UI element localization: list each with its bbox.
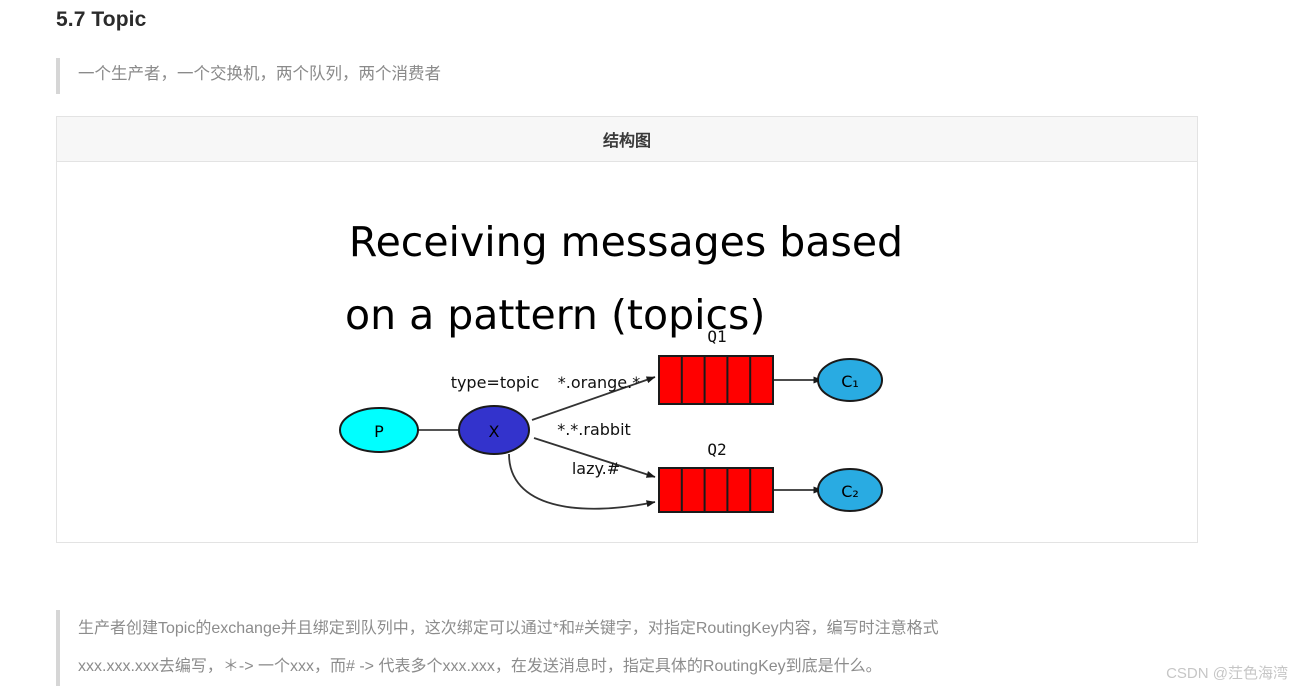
description-line-2: xxx.xxx.xxx去编写，＊-> 一个xxx，而# -> 代表多个xxx.x… bbox=[78, 658, 882, 675]
intro-blockquote-text: 一个生产者，一个交换机，两个队列，两个消费者 bbox=[78, 65, 441, 83]
description-blockquote-text: 生产者创建Topic的exchange并且绑定到队列中，这次绑定可以通过*和#关… bbox=[60, 610, 939, 686]
diagram-canvas: P X type=topic *.orange.* *.*.rabbit laz… bbox=[339, 327, 883, 513]
binding-key-lazy: lazy.# bbox=[572, 459, 620, 478]
queue1-node bbox=[658, 355, 774, 405]
queue1-label: Q1 bbox=[707, 327, 726, 346]
table-header-label: 结构图 bbox=[602, 133, 651, 150]
structure-diagram-table: 结构图 Receiving messages based on a patter… bbox=[56, 116, 1198, 543]
exchange-label: X bbox=[489, 422, 500, 441]
page-title: 5.7 Topic bbox=[56, 8, 147, 31]
exchange-type-label: type=topic bbox=[451, 373, 540, 392]
table-body-row: Receiving messages based on a pattern (t… bbox=[57, 162, 1197, 542]
producer-label: P bbox=[374, 422, 384, 441]
queue2-label: Q2 bbox=[707, 440, 726, 459]
queue2-node bbox=[658, 467, 774, 513]
description-blockquote: 生产者创建Topic的exchange并且绑定到队列中，这次绑定可以通过*和#关… bbox=[56, 610, 939, 686]
topic-exchange-diagram: Receiving messages based on a pattern (t… bbox=[57, 162, 1195, 542]
binding-key-orange: *.orange.* bbox=[558, 373, 640, 392]
consumer1-label: C₁ bbox=[841, 372, 859, 391]
binding-key-rabbit: *.*.rabbit bbox=[557, 420, 631, 439]
description-line-1: 生产者创建Topic的exchange并且绑定到队列中，这次绑定可以通过*和#关… bbox=[78, 620, 939, 637]
table-header-row: 结构图 bbox=[57, 117, 1197, 162]
consumer2-label: C₂ bbox=[841, 482, 859, 501]
csdn-watermark: CSDN @茳色海湾 bbox=[1166, 665, 1288, 682]
intro-blockquote: 一个生产者，一个交换机，两个队列，两个消费者 bbox=[56, 58, 441, 94]
